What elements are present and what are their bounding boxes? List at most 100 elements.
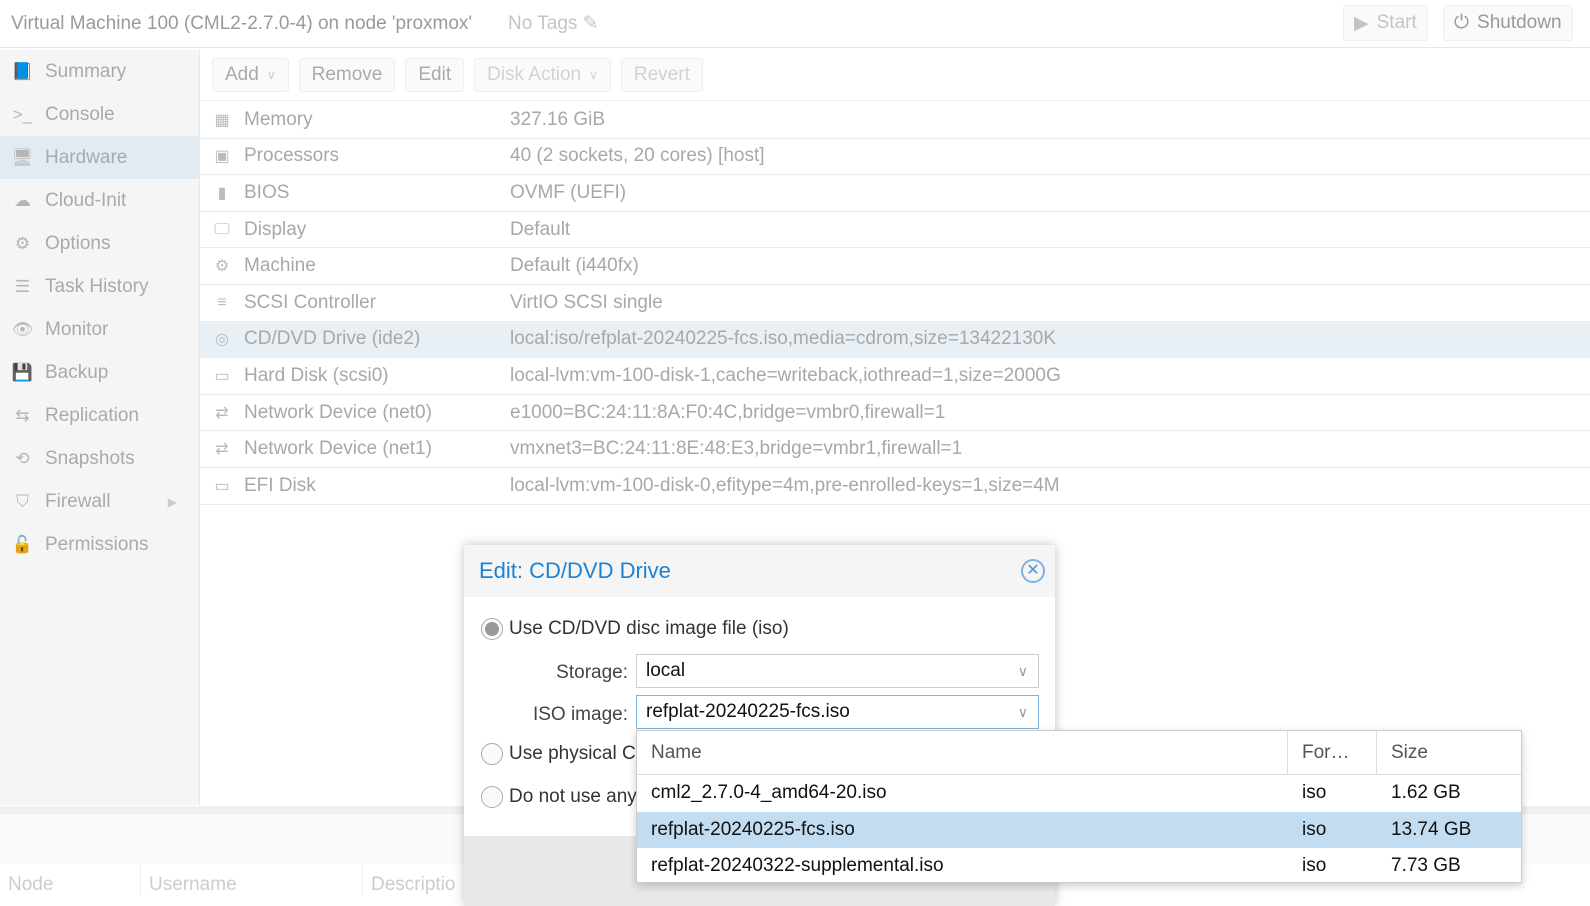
disk-action-button[interactable]: Disk Action ∨	[474, 58, 611, 92]
hardware-icon: ≡	[217, 293, 227, 311]
column-node[interactable]: Node	[0, 864, 141, 895]
radio-no-media[interactable]: Do not use any	[481, 786, 637, 808]
sidebar-label: Firewall	[45, 490, 111, 512]
hardware-row[interactable]: 🖵 Display Default	[200, 212, 1590, 249]
hardware-icon: ▭	[214, 367, 230, 385]
sidebar-item-task-history[interactable]: ☰ Task History	[0, 265, 199, 308]
sidebar-label: Console	[45, 103, 115, 125]
expand-arrow-icon[interactable]: ▶	[168, 495, 177, 509]
hardware-value: 40 (2 sockets, 20 cores) [host]	[510, 145, 765, 167]
page-title: Virtual Machine 100 (CML2-2.7.0-4) on no…	[11, 12, 473, 34]
iso-option[interactable]: cml2_2.7.0-4_amd64-20.iso iso 1.62 GB	[637, 775, 1521, 812]
sidebar-item-console[interactable]: >_ Console	[0, 93, 199, 136]
eye-icon: 👁	[11, 319, 34, 339]
remove-label: Remove	[311, 64, 383, 85]
sidebar-label: Monitor	[45, 318, 109, 340]
sidebar-item-permissions[interactable]: 🔓 Permissions	[0, 523, 199, 566]
hardware-value: VirtIO SCSI single	[510, 291, 663, 313]
hardware-row[interactable]: ⚙ Machine Default (i440fx)	[200, 248, 1590, 285]
power-icon: ⏻	[1454, 12, 1470, 33]
radio-label: Do not use any	[509, 786, 637, 807]
revert-button[interactable]: Revert	[620, 58, 703, 92]
close-icon[interactable]: ✕	[1021, 559, 1045, 583]
edit-button[interactable]: Edit	[405, 58, 465, 92]
chevron-down-icon: ∨	[1017, 703, 1028, 720]
sidebar-item-snapshots[interactable]: ⟲ Snapshots	[0, 437, 199, 480]
iso-name: refplat-20240225-fcs.iso	[651, 818, 855, 840]
sidebar-label: Summary	[45, 60, 127, 82]
tags-editor[interactable]: No Tags ✎	[508, 12, 599, 35]
iso-image-select[interactable]: refplat-20240225-fcs.iso ∨	[636, 695, 1039, 729]
column-format[interactable]: For…	[1288, 730, 1377, 775]
sidebar-item-backup[interactable]: 💾 Backup	[0, 351, 199, 394]
header: Virtual Machine 100 (CML2-2.7.0-4) on no…	[0, 0, 1590, 48]
floppy-icon: 💾	[11, 362, 34, 382]
shutdown-button[interactable]: ⏻ Shutdown	[1443, 5, 1573, 41]
storage-value: local	[646, 660, 686, 681]
hardware-row[interactable]: ⇄ Network Device (net0) e1000=BC:24:11:8A:…	[200, 395, 1590, 432]
radio-use-iso[interactable]: Use CD/DVD disc image file (iso)	[481, 618, 789, 640]
hardware-icon: 🖵	[214, 220, 230, 238]
sidebar-item-cloud-init[interactable]: ☁ Cloud-Init	[0, 179, 199, 222]
shield-icon: ⛉	[16, 491, 29, 511]
hardware-key: Machine	[244, 255, 316, 277]
column-name[interactable]: Name	[637, 730, 1288, 775]
sidebar: 📘 Summary >_ Console 🖥 Hardware ☁ Cloud-Init…	[0, 50, 200, 805]
hardware-key: Network Device (net1)	[244, 438, 432, 460]
hardware-icon: ⇄	[215, 404, 229, 422]
edit-label: Edit	[418, 64, 452, 85]
gear-icon: ⚙	[14, 233, 31, 253]
column-size[interactable]: Size	[1377, 742, 1428, 764]
hardware-value: Default	[510, 218, 571, 240]
iso-dropdown-list: Name For… Size cml2_2.7.0-4_amd64-20.iso…	[636, 730, 1522, 883]
hardware-row[interactable]: ▭ EFI Disk local-lvm:vm-100-disk-0,efitype…	[200, 468, 1590, 505]
chevron-down-icon: ∨	[266, 68, 276, 82]
pencil-icon: ✎	[582, 13, 599, 34]
start-label: Start	[1376, 12, 1417, 33]
hardware-row[interactable]: ▣ Processors 40 (2 sockets, 20 cores) [hos…	[200, 139, 1590, 176]
chevron-down-icon: ∨	[589, 68, 598, 82]
sidebar-item-monitor[interactable]: 👁 Monitor	[0, 308, 199, 351]
radio-label: Use physical C	[509, 743, 636, 764]
hardware-key: SCSI Controller	[244, 291, 376, 313]
hardware-icon: ⚙	[214, 258, 230, 276]
iso-name: refplat-20240322-supplemental.iso	[651, 855, 944, 877]
hardware-row[interactable]: ◎ CD/DVD Drive (ide2) local:iso/refplat-20…	[200, 321, 1590, 359]
start-button[interactable]: ▶ Start	[1343, 5, 1428, 41]
hardware-icon: ▦	[214, 111, 230, 129]
hardware-value: vmxnet3=BC:24:11:8E:48:E3,bridge=vmbr1,f…	[510, 438, 963, 460]
hardware-key: EFI Disk	[244, 474, 316, 496]
sidebar-item-options[interactable]: ⚙ Options	[0, 222, 199, 265]
disk-action-label: Disk Action	[487, 64, 582, 85]
column-username[interactable]: Username	[141, 864, 363, 895]
iso-format: iso	[1302, 782, 1327, 804]
hardware-row[interactable]: ▦ Memory 327.16 GiB	[200, 102, 1590, 139]
retweet-icon: ⇆	[15, 405, 30, 425]
iso-option[interactable]: refplat-20240322-supplemental.iso iso 7.73…	[637, 848, 1521, 885]
hardware-row[interactable]: ≡ SCSI Controller VirtIO SCSI single	[200, 285, 1590, 322]
radio-use-physical[interactable]: Use physical C	[481, 743, 636, 765]
iso-option-selected[interactable]: refplat-20240225-fcs.iso iso 13.74 GB	[637, 811, 1521, 848]
desktop-icon: 🖥	[11, 147, 34, 167]
hardware-row[interactable]: ▮ BIOS OVMF (UEFI)	[200, 175, 1590, 212]
sidebar-label: Task History	[45, 275, 149, 297]
sidebar-item-firewall[interactable]: ⛉ Firewall ▶	[0, 480, 199, 523]
dialog-header: Edit: CD/DVD Drive ✕	[464, 545, 1055, 597]
sidebar-label: Backup	[45, 361, 109, 383]
sidebar-item-replication[interactable]: ⇆ Replication	[0, 394, 199, 437]
iso-format: iso	[1302, 818, 1327, 840]
add-button[interactable]: Add ∨	[212, 58, 289, 92]
storage-select[interactable]: local ∨	[636, 654, 1039, 688]
iso-size: 1.62 GB	[1391, 782, 1461, 804]
sidebar-label: Options	[45, 232, 111, 254]
remove-button[interactable]: Remove	[298, 58, 396, 92]
sidebar-label: Replication	[45, 404, 139, 426]
hardware-value: e1000=BC:24:11:8A:F0:4C,bridge=vmbr0,fir…	[510, 401, 946, 423]
hardware-key: BIOS	[244, 181, 290, 203]
hardware-grid: ▦ Memory 327.16 GiB ▣ Processors 40 (2 socket…	[200, 102, 1590, 505]
chevron-down-icon: ∨	[1017, 662, 1028, 679]
hardware-row[interactable]: ▭ Hard Disk (scsi0) local-lvm:vm-100-disk-…	[200, 358, 1590, 395]
sidebar-item-summary[interactable]: 📘 Summary	[0, 50, 199, 93]
hardware-row[interactable]: ⇄ Network Device (net1) vmxnet3=BC:24:11:8…	[200, 431, 1590, 468]
sidebar-item-hardware[interactable]: 🖥 Hardware	[0, 136, 199, 179]
